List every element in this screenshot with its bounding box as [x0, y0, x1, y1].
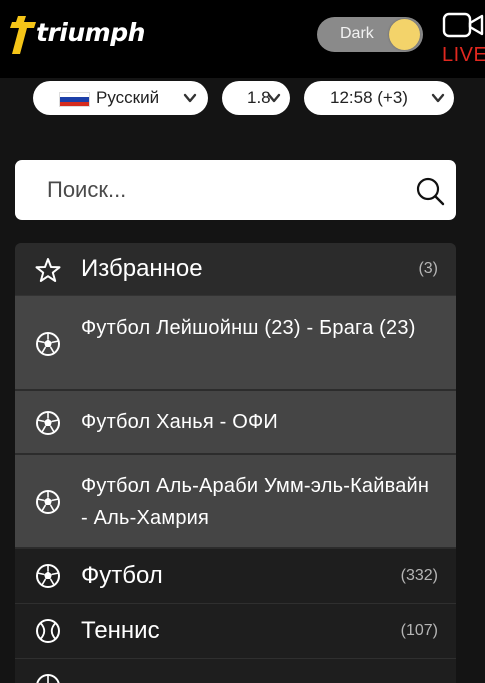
sport-label: Теннис — [81, 617, 160, 644]
favorites-label: Избранное — [81, 255, 203, 282]
star-icon — [35, 258, 61, 282]
sport-item-tennis[interactable]: Теннис (107) — [15, 604, 456, 659]
sport-label: Футбол — [81, 562, 163, 589]
chevron-down-icon — [183, 93, 197, 103]
search-box — [15, 160, 456, 220]
search-input[interactable] — [45, 174, 405, 206]
language-select-label: Русский — [96, 88, 160, 107]
sport-count: (107) — [400, 622, 438, 639]
football-icon — [36, 490, 60, 514]
odds-format-select[interactable]: 1.8 — [222, 81, 290, 115]
favorite-match-item[interactable]: Футбол Аль-Араби Умм-эль-Кайвайн - Аль-Х… — [15, 455, 456, 549]
match-title: Футбол Аль-Араби Умм-эль-Кайвайн - Аль-Х… — [81, 475, 430, 529]
sport-item-football[interactable]: Футбол (332) — [15, 549, 456, 604]
football-icon — [36, 332, 60, 356]
live-button[interactable]: LIVE — [438, 10, 485, 70]
logo-mark-icon — [10, 16, 36, 54]
theme-toggle-label: Dark — [340, 25, 374, 42]
match-title: Футбол Лейшойнш (23) - Брага (23) — [81, 317, 416, 339]
favorite-match-item[interactable]: Футбол Лейшойнш (23) - Брага (23) — [15, 296, 456, 391]
search-icon[interactable] — [415, 176, 445, 206]
top-header: triumph Dark LIVE — [0, 0, 485, 78]
timezone-label: 12:58 (+3) — [330, 88, 408, 107]
basketball-icon — [36, 674, 60, 683]
chevron-down-icon — [267, 93, 281, 103]
language-select[interactable]: Русский — [33, 81, 208, 115]
sports-list: Избранное (3) Футбол Лейшойнш (23) - Бра… — [15, 243, 456, 683]
live-label: LIVE — [442, 44, 485, 66]
favorites-row[interactable]: Избранное (3) — [15, 243, 456, 296]
timezone-select[interactable]: 12:58 (+3) — [304, 81, 454, 115]
video-camera-icon — [442, 12, 484, 38]
logo-text: triumph — [36, 18, 145, 47]
sport-count: (332) — [400, 567, 438, 584]
favorites-count: (3) — [418, 260, 438, 277]
match-title: Футбол Ханья - ОФИ — [81, 411, 278, 433]
toggle-knob — [389, 19, 420, 50]
sport-item-next[interactable] — [15, 659, 456, 683]
ru-flag-icon — [59, 92, 90, 107]
football-icon — [36, 564, 60, 588]
football-icon — [36, 411, 60, 435]
triumph-logo[interactable]: triumph — [6, 14, 146, 58]
tennis-icon — [36, 619, 60, 643]
chevron-down-icon — [431, 93, 445, 103]
theme-toggle[interactable]: Dark — [317, 17, 423, 52]
favorite-match-item[interactable]: Футбол Ханья - ОФИ — [15, 391, 456, 455]
